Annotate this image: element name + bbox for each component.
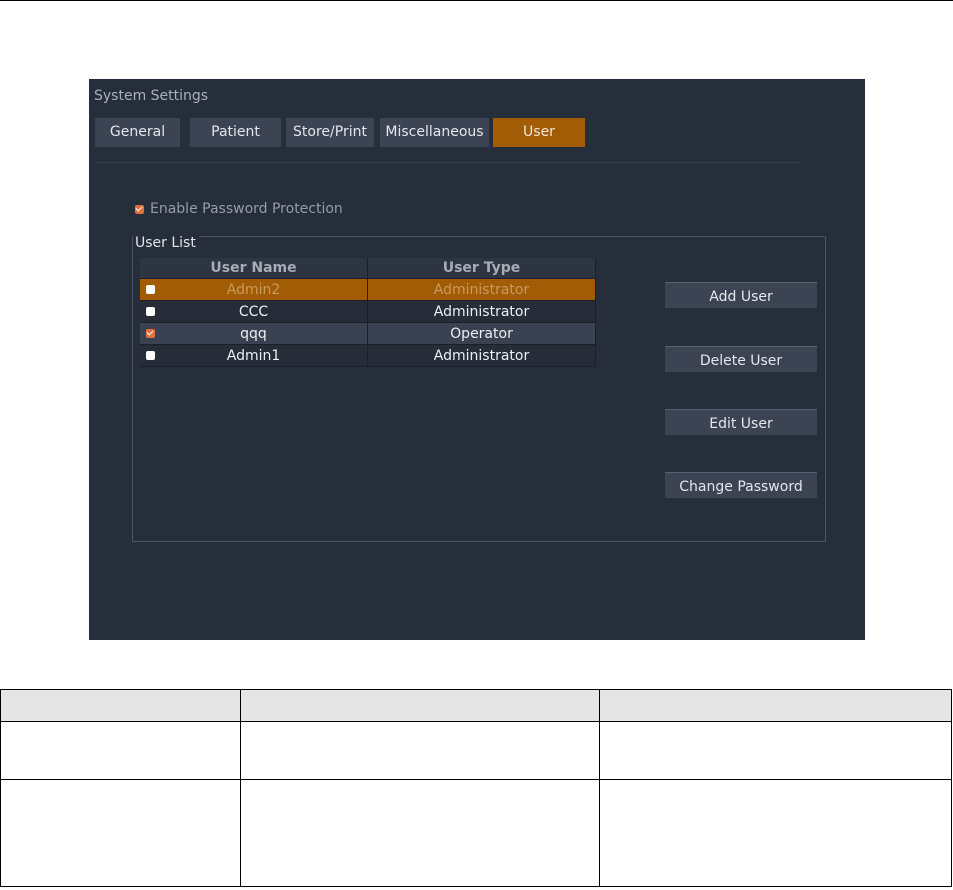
user-name: Admin2 (226, 281, 281, 298)
user-table-header: User Name User Type (140, 258, 596, 279)
tab-store-print[interactable]: Store/Print (286, 118, 374, 147)
checkbox-checked-icon[interactable] (135, 204, 144, 214)
page-top-rule (0, 0, 953, 1)
user-type: Operator (367, 322, 596, 345)
document-table-cell (0, 779, 241, 887)
user-list-label: User List (133, 235, 199, 251)
tab-general[interactable]: General (95, 118, 180, 147)
delete-user-button[interactable]: Delete User (665, 346, 817, 372)
document-table-cell (599, 779, 952, 887)
document-table-cell (599, 721, 952, 780)
dialog-title: System Settings (94, 88, 209, 104)
user-name-cell: Admin1 (140, 344, 368, 367)
document-table-header-cell (240, 689, 600, 722)
user-name: Admin1 (226, 347, 281, 364)
tab-divider (95, 162, 801, 163)
document-table-cell (240, 779, 600, 887)
document-table-header-row (0, 689, 952, 722)
document-table-cell (240, 721, 600, 780)
user-type: Administrator (367, 344, 596, 367)
user-type: Administrator (367, 278, 596, 301)
column-header-user-type[interactable]: User Type (367, 258, 596, 279)
table-row[interactable]: qqq Operator (140, 322, 596, 345)
document-table-header-cell (599, 689, 952, 722)
checkbox-unchecked-icon[interactable] (146, 285, 155, 294)
document-table (0, 689, 952, 887)
checkbox-unchecked-icon[interactable] (146, 307, 155, 316)
change-password-button[interactable]: Change Password (665, 472, 817, 498)
enable-password-protection[interactable]: Enable Password Protection (135, 201, 343, 217)
user-table: User Name User Type Admin2 Administrator… (140, 258, 596, 367)
enable-password-protection-label: Enable Password Protection (150, 201, 343, 217)
column-header-user-name[interactable]: User Name (140, 258, 368, 279)
edit-user-button[interactable]: Edit User (665, 409, 817, 435)
tab-patient[interactable]: Patient (190, 118, 281, 147)
user-type: Administrator (367, 300, 596, 323)
document-table-cell (0, 721, 241, 780)
add-user-button[interactable]: Add User (665, 282, 817, 308)
document-table-row (0, 779, 952, 887)
tab-user[interactable]: User (493, 118, 585, 147)
checkbox-checked-icon[interactable] (146, 329, 155, 338)
table-row[interactable]: CCC Administrator (140, 300, 596, 323)
user-name-cell: Admin2 (140, 278, 368, 301)
document-table-header-cell (0, 689, 241, 722)
user-name: qqq (240, 325, 267, 342)
table-row[interactable]: Admin2 Administrator (140, 278, 596, 301)
checkbox-unchecked-icon[interactable] (146, 351, 155, 360)
user-name-cell: CCC (140, 300, 368, 323)
document-table-row (0, 721, 952, 780)
user-name-cell: qqq (140, 322, 368, 345)
tab-miscellaneous[interactable]: Miscellaneous (380, 118, 489, 147)
table-row[interactable]: Admin1 Administrator (140, 344, 596, 367)
system-settings-dialog: System Settings General Patient Store/Pr… (89, 79, 865, 640)
user-name: CCC (238, 303, 269, 320)
